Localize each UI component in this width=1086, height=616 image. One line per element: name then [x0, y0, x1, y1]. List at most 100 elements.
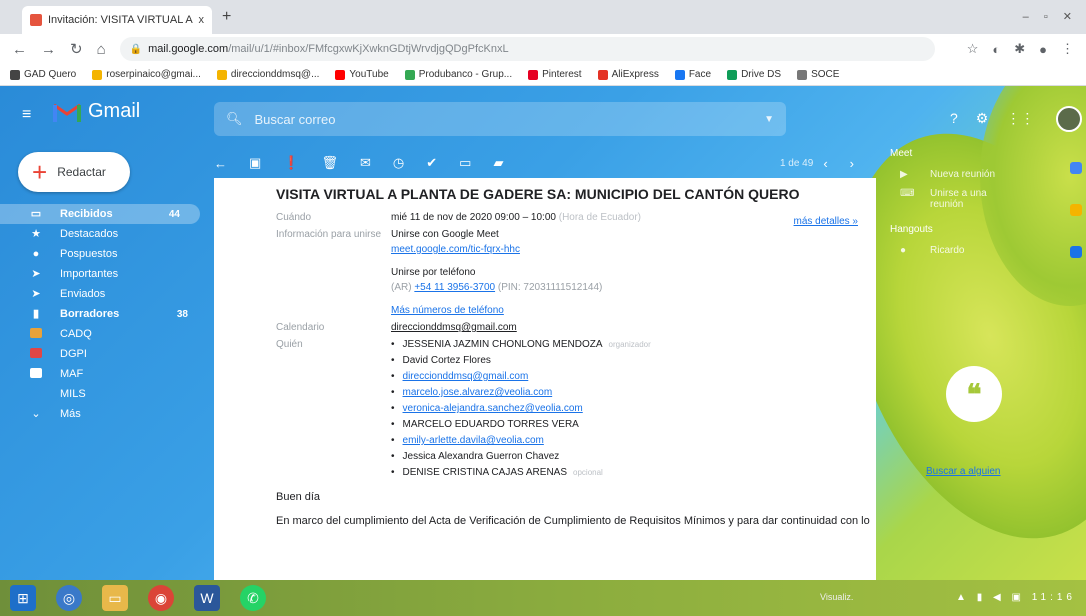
bookmark-item[interactable]: direccionddmsq@...: [216, 69, 319, 80]
keep-addon-icon[interactable]: [1070, 204, 1082, 216]
search-mail-input[interactable]: 🔍︎ Buscar correo ▼: [214, 102, 786, 136]
add-to-tasks-icon[interactable]: ✔: [426, 155, 437, 171]
who-label: Quién: [276, 339, 303, 350]
apps-grid-icon[interactable]: ⋮⋮: [1006, 110, 1034, 127]
archive-icon[interactable]: ▣: [249, 155, 261, 171]
report-spam-icon[interactable]: ❗: [283, 155, 299, 171]
sidebar-item[interactable]: DGPI: [0, 344, 208, 364]
calendar-addon-icon[interactable]: [1070, 162, 1082, 174]
bookmark-item[interactable]: AliExpress: [597, 69, 659, 80]
sidebar-item[interactable]: ➤ Importantes: [0, 264, 208, 284]
compose-button[interactable]: + Redactar: [18, 152, 130, 192]
sidebar-item[interactable]: ● Pospuestos: [0, 244, 208, 264]
window-controls[interactable]: – ▫ ✕: [1023, 10, 1078, 23]
mark-unread-icon[interactable]: ✉: [360, 155, 371, 171]
phone-prefix: (AR): [391, 282, 412, 293]
tab-close-icon[interactable]: x: [199, 14, 205, 26]
sidebar-item[interactable]: ⌄ Más: [0, 404, 208, 424]
more-details-link[interactable]: más detalles »: [794, 216, 858, 227]
bookmark-favicon-icon: [92, 69, 103, 80]
more-phone-numbers-link[interactable]: Más números de teléfono: [391, 305, 816, 316]
chrome-icon[interactable]: ◉: [148, 585, 174, 611]
meet-title: Meet: [890, 148, 913, 159]
sidebar-item[interactable]: MAF: [0, 364, 208, 384]
bookmark-item[interactable]: YouTube: [335, 69, 389, 80]
sidebar: ▭ Recibidos 44 ★ Destacados ● Pospuestos ➤ Impor…: [0, 204, 208, 424]
gmail-logo[interactable]: Gmail: [52, 100, 140, 123]
sidebar-item[interactable]: ▭ Recibidos 44: [0, 204, 200, 224]
profile-icon[interactable]: ●: [1039, 42, 1047, 57]
guest-item[interactable]: veronica-alejandra.sanchez@veolia.com: [391, 403, 816, 414]
sidebar-icon: [30, 388, 42, 400]
guest-name[interactable]: veronica-alejandra.sanchez@veolia.com: [403, 403, 583, 414]
system-tray[interactable]: ▲ ▮ ◀ ▣ 11:16: [956, 592, 1076, 603]
home-icon[interactable]: ⌂: [97, 41, 106, 58]
extensions-puzzle-icon[interactable]: ✱: [1014, 41, 1025, 57]
menu-kebab-icon[interactable]: ⋮: [1061, 41, 1074, 57]
newer-icon[interactable]: ‹: [823, 156, 827, 171]
send-icon: ➤: [31, 288, 41, 300]
sidebar-item[interactable]: MILS: [0, 384, 208, 404]
move-to-icon[interactable]: ▭: [459, 155, 471, 171]
back-to-inbox-icon[interactable]: ←: [214, 156, 227, 171]
bookmark-star-icon[interactable]: ☆: [967, 41, 979, 57]
sidebar-item-label: CADQ: [60, 328, 92, 340]
guest-name[interactable]: emily-arlette.davila@veolia.com: [403, 435, 544, 446]
forward-icon[interactable]: →: [41, 41, 56, 58]
search-icon[interactable]: ◎: [56, 585, 82, 611]
sidebar-item[interactable]: CADQ: [0, 324, 208, 344]
sidebar-item[interactable]: ★ Destacados: [0, 224, 208, 244]
guest-item[interactable]: emily-arlette.davila@veolia.com: [391, 435, 816, 446]
back-icon[interactable]: ←: [12, 41, 27, 58]
sidebar-item[interactable]: ▮ Borradores 38: [0, 304, 208, 324]
labels-icon[interactable]: ▰: [493, 155, 503, 171]
new-tab-button[interactable]: +: [222, 8, 231, 26]
bookmark-favicon-icon: [597, 69, 608, 80]
browser-tab[interactable]: Invitación: VISITA VIRTUAL A PL x: [22, 6, 212, 34]
guest-item[interactable]: marcelo.jose.alvarez@veolia.com: [391, 387, 816, 398]
file-explorer-icon[interactable]: ▭: [102, 585, 128, 611]
word-icon[interactable]: W: [194, 585, 220, 611]
join-meeting-button[interactable]: ⌨ Unirse a una reunión: [890, 188, 1070, 210]
main-menu-icon[interactable]: ≡: [22, 106, 31, 124]
bookmark-item[interactable]: Drive DS: [727, 69, 781, 80]
calendar-value[interactable]: direccionddmsq@gmail.com: [391, 322, 816, 333]
settings-gear-icon[interactable]: ⚙: [976, 110, 989, 127]
help-icon[interactable]: ?: [950, 110, 958, 127]
bookmark-item[interactable]: Pinterest: [528, 69, 582, 80]
gmail-favicon-icon: [30, 14, 42, 26]
phone-pin: (PIN: 72031111512144): [497, 282, 603, 293]
bookmark-item[interactable]: Face: [674, 69, 711, 80]
bookmark-item[interactable]: roserpinaico@gmai...: [92, 69, 201, 80]
search-options-icon[interactable]: ▼: [764, 114, 774, 125]
hangouts-user[interactable]: ● Ricardo: [890, 245, 1070, 256]
windows-start-icon[interactable]: ⊞: [10, 585, 36, 611]
phone-number-link[interactable]: +54 11 3956-3700: [414, 282, 495, 293]
guest-item[interactable]: direccionddmsq@gmail.com: [391, 371, 816, 382]
sidebar-item-label: Importantes: [60, 268, 119, 280]
bookmark-item[interactable]: SOCE: [797, 69, 839, 80]
guest-name[interactable]: marcelo.jose.alvarez@veolia.com: [403, 387, 553, 398]
extension-icon[interactable]: ◐: [992, 42, 1000, 57]
bookmark-label: roserpinaico@gmai...: [106, 69, 201, 80]
older-icon[interactable]: ›: [850, 156, 854, 171]
sidebar-item[interactable]: ➤ Enviados: [0, 284, 208, 304]
whatsapp-icon[interactable]: ✆: [240, 585, 266, 611]
bookmark-item[interactable]: Produbanco - Grup...: [404, 69, 512, 80]
reload-icon[interactable]: ↻: [70, 40, 83, 58]
guest-name[interactable]: direccionddmsq@gmail.com: [403, 371, 529, 382]
delete-icon[interactable]: 🗑︎: [321, 155, 338, 171]
bookmark-item[interactable]: GAD Quero: [10, 69, 76, 80]
guest-item: DENISE CRISTINA CAJAS ARENAS opcional: [391, 467, 816, 478]
address-bar[interactable]: 🔒 mail.google.com /mail/u/1/#inbox/FMfcg…: [119, 37, 935, 61]
label-icon: [30, 328, 42, 340]
find-someone-link[interactable]: Buscar a alguien: [926, 466, 1001, 477]
search-icon[interactable]: 🔍︎: [226, 111, 243, 127]
meet-link[interactable]: meet.google.com/tic-fqrx-hhc: [391, 244, 816, 255]
sidebar-item-label: Borradores: [60, 308, 120, 320]
tasks-addon-icon[interactable]: [1070, 246, 1082, 258]
snooze-icon[interactable]: ◷: [393, 155, 404, 171]
account-avatar[interactable]: [1056, 106, 1082, 132]
video-camera-icon: ▶: [900, 169, 908, 180]
new-meeting-button[interactable]: ▶ Nueva reunión: [890, 169, 1070, 180]
